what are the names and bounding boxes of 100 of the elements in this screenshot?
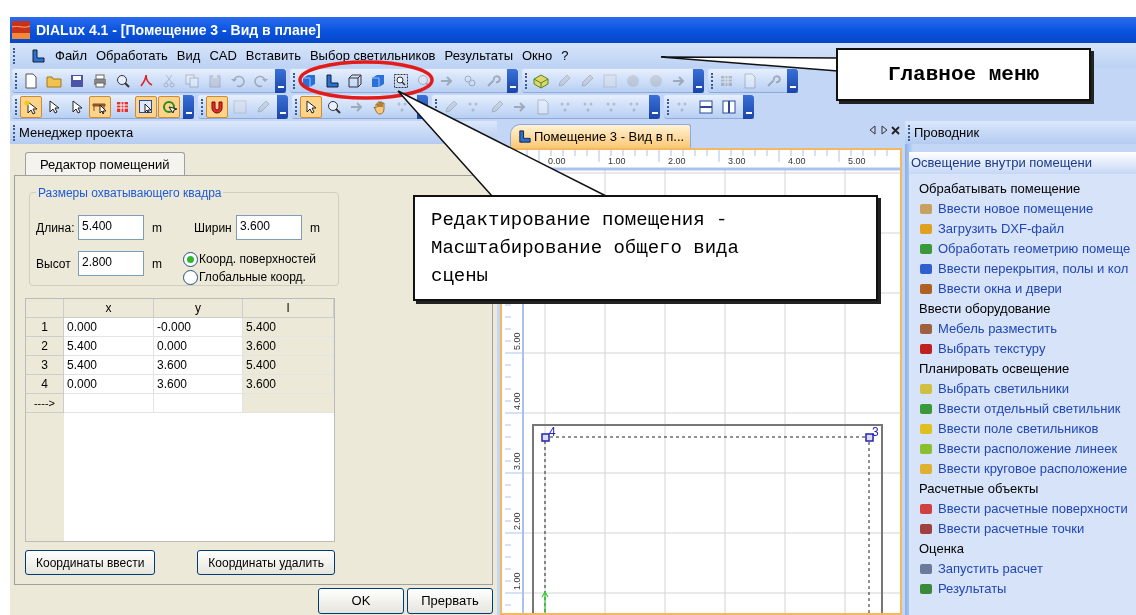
task-link[interactable]: Ввести перекрытия, полы и кол [919, 259, 1136, 279]
menu-item[interactable]: Выбор светильников [309, 45, 436, 66]
table-cell: 3.600 [243, 375, 334, 394]
toolbar-button[interactable] [300, 95, 322, 118]
link-icon [462, 72, 478, 89]
menu-item[interactable]: Окно [522, 45, 553, 66]
menu-item[interactable]: Вставить [245, 45, 301, 66]
menu-item[interactable]: CAD [209, 45, 237, 66]
file-icon [232, 98, 248, 115]
close-icon[interactable] [891, 125, 900, 135]
rows-icon [698, 98, 714, 115]
ruler-label: 4.00 [788, 156, 806, 166]
menu-item[interactable]: Обработать [95, 45, 168, 66]
radio-label: Коорд. поверхностей [199, 251, 317, 268]
tile-icon [919, 422, 933, 436]
tile-icon [919, 462, 933, 476]
pointer-icon [46, 98, 62, 115]
tile-icon [919, 382, 933, 396]
section-title: Расчетные объекты [919, 480, 1040, 498]
scroll-right-icon[interactable] [880, 125, 888, 135]
task-link[interactable]: Запустить расчет [919, 559, 1136, 579]
tile-icon [919, 202, 933, 216]
input-field[interactable]: 2.800 [78, 251, 144, 276]
task-link[interactable]: Ввести поле светильников [919, 419, 1136, 439]
overflow-chevron[interactable] [275, 68, 286, 93]
task-link[interactable]: Ввести круговое расположение [919, 459, 1136, 479]
toolbar-button[interactable] [20, 95, 42, 118]
menu-item[interactable]: Вид [176, 45, 201, 66]
copy-icon [184, 72, 200, 89]
task-link[interactable]: Выбрать текстуру [919, 339, 1136, 359]
vertex-handle[interactable] [541, 433, 550, 442]
radio-button[interactable] [183, 269, 198, 285]
tab[interactable]: Редактор помещений [25, 152, 185, 176]
task-link[interactable]: Загрузить DXF-файл [919, 219, 1136, 239]
table-cell: 5.400 [64, 337, 154, 356]
task-link[interactable]: Ввести окна и двери [919, 279, 1136, 299]
dialog-button[interactable]: OK [318, 588, 404, 614]
table-cell: 0.000 [64, 318, 154, 337]
overflow-chevron[interactable] [743, 94, 754, 119]
pointer-icon [69, 98, 85, 115]
cube-icon [301, 72, 317, 89]
callout-text: Главное меню [887, 61, 1040, 88]
hand-icon [372, 98, 388, 115]
section-title: Ввести оборудование [919, 300, 1052, 318]
task-pane-header[interactable]: Освещение внутри помещени [909, 152, 1136, 174]
input-field[interactable]: 5.400 [78, 215, 144, 240]
menu-item[interactable]: ? [561, 45, 569, 66]
overflow-chevron[interactable] [649, 94, 660, 119]
vertex-handle[interactable] [865, 433, 874, 442]
table-cell: 3.600 [154, 375, 243, 394]
table-cell[interactable] [154, 394, 243, 413]
overflow-chevron[interactable] [693, 68, 704, 93]
toolbar-button[interactable] [158, 95, 180, 118]
corner-cell [26, 299, 64, 318]
columns-icon [721, 98, 737, 115]
ruler-label: 1.00 [512, 572, 522, 590]
radio-button[interactable] [183, 251, 198, 267]
pencil-icon [443, 98, 459, 115]
ruler-label: 1.00 [608, 156, 626, 166]
tile-icon [919, 442, 933, 456]
tile-icon [919, 522, 933, 536]
document-tab[interactable]: Помещение 3 - Вид в п... [510, 124, 692, 148]
task-link[interactable]: Выбрать светильники [919, 379, 1136, 399]
input-field[interactable]: 3.600 [236, 215, 302, 240]
scissors-icon [161, 72, 177, 89]
pointer-star-icon [23, 98, 39, 115]
menu-item[interactable]: Результаты [444, 45, 513, 66]
field-label: Ширин [194, 219, 232, 237]
task-link[interactable]: Ввести расположение линеек [919, 439, 1136, 459]
task-link[interactable]: Обработать геометрию помеще [919, 239, 1136, 259]
task-link[interactable]: Ввести отдельный светильник [919, 399, 1136, 419]
task-link[interactable]: Ввести новое помещение [919, 199, 1136, 219]
scroll-left-icon[interactable] [869, 125, 877, 135]
frame-pointer-icon [138, 98, 154, 115]
page-icon [535, 98, 551, 115]
pencil-icon [255, 98, 271, 115]
task-link[interactable]: Ввести расчетные точки [919, 519, 1136, 539]
push-button[interactable]: Координаты удалить [197, 550, 335, 575]
push-button[interactable]: Координаты ввести [25, 550, 156, 575]
overflow-chevron[interactable] [277, 94, 288, 119]
menu-item[interactable]: Файл [55, 45, 87, 66]
table-cell: 5.400 [243, 318, 334, 337]
field-label: Высот [36, 255, 72, 273]
toolbar-button[interactable] [135, 95, 157, 118]
dialog-button[interactable]: Прервать [407, 588, 493, 614]
zoom-frame-icon [393, 72, 409, 89]
vertex-label: 3 [872, 425, 879, 439]
table-cell: 3.600 [243, 337, 334, 356]
task-link[interactable]: Результаты [919, 579, 1136, 599]
overflow-chevron[interactable] [787, 68, 798, 93]
task-link[interactable]: Ввести расчетные поверхности [919, 499, 1136, 519]
table-cell[interactable] [64, 394, 154, 413]
sphere-icon [625, 72, 641, 89]
vertex-label: 4 [549, 425, 556, 439]
toolbar-button[interactable] [206, 95, 228, 118]
toolbar-button[interactable] [89, 95, 111, 118]
section-title: Планировать освещение [919, 360, 1071, 378]
overflow-chevron[interactable] [507, 68, 518, 93]
task-link[interactable]: Мебель разместить [919, 319, 1136, 339]
overflow-chevron[interactable] [183, 94, 194, 119]
